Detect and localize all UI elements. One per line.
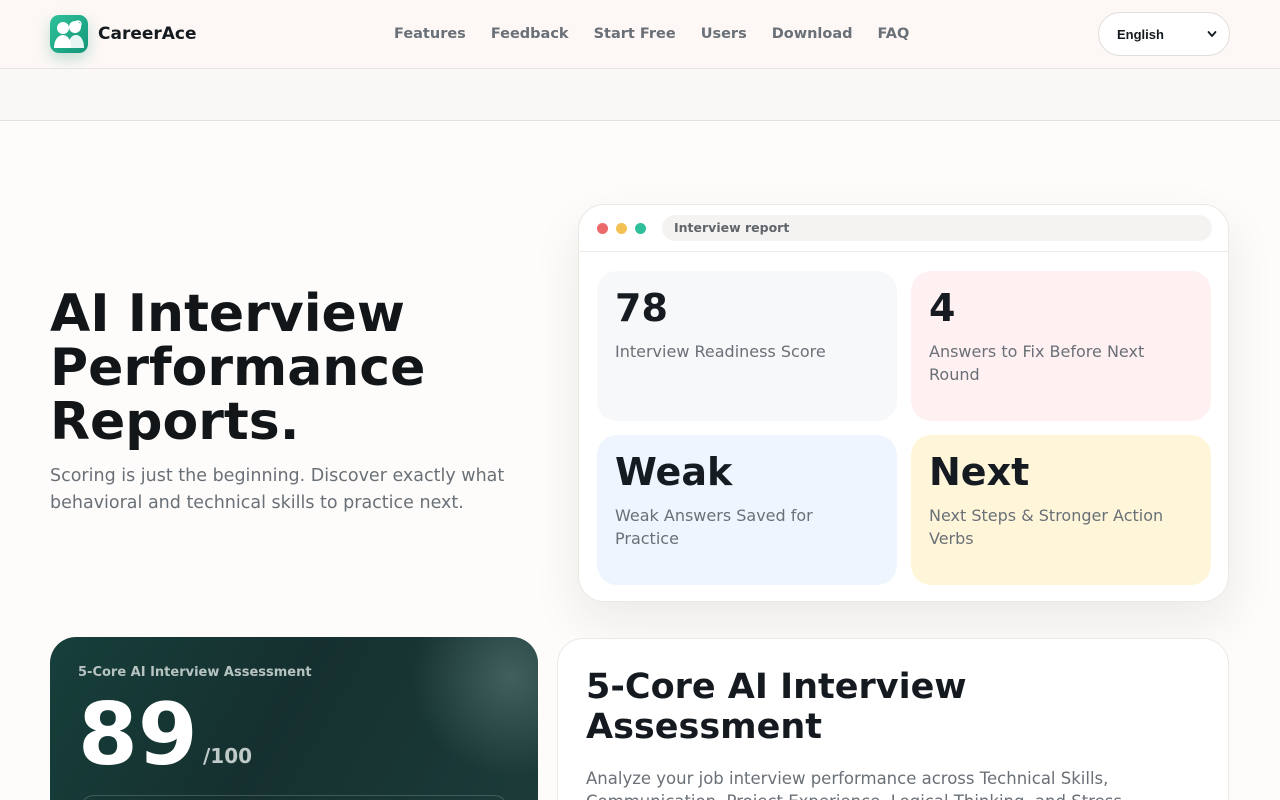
nav-features[interactable]: Features xyxy=(394,25,466,43)
brand-name: CareerAce xyxy=(98,24,197,44)
language-select[interactable]: English xyxy=(1098,12,1230,56)
assessment-out-of: /100 xyxy=(203,744,253,768)
language-value: English xyxy=(1117,26,1164,42)
weak-answers-value: Weak xyxy=(615,450,733,494)
interview-report-window: Interview report 78 Interview Readiness … xyxy=(578,204,1229,602)
brand[interactable]: CareerAce xyxy=(50,15,197,53)
assessment-score: 89 xyxy=(78,685,198,785)
window-maximize-dot xyxy=(635,223,646,234)
window-close-dot xyxy=(597,223,608,234)
assessment-metrics-strip xyxy=(80,795,508,800)
nav-start-free[interactable]: Start Free xyxy=(594,25,676,43)
sub-bar xyxy=(0,69,1280,121)
nav-feedback[interactable]: Feedback xyxy=(491,25,569,43)
hero-subtitle: Scoring is just the beginning. Discover … xyxy=(50,466,505,513)
next-steps-value: Next xyxy=(929,450,1030,494)
next-steps-card: Next Next Steps & Stronger Action Verbs xyxy=(911,435,1211,585)
nav-faq[interactable]: FAQ xyxy=(878,25,910,43)
main-nav: Features Feedback Start Free Users Downl… xyxy=(394,25,934,43)
assessment-info-card: 5-Core AI Interview Assessment Analyze y… xyxy=(557,638,1229,800)
window-titlebar: Interview report xyxy=(579,205,1228,252)
nav-download[interactable]: Download xyxy=(772,25,853,43)
careerace-logo-icon xyxy=(50,15,88,53)
readiness-score-value: 78 xyxy=(615,286,668,330)
readiness-score-label: Interview Readiness Score xyxy=(615,342,826,361)
assessment-score-card: 5-Core AI Interview Assessment 89 xyxy=(50,637,538,800)
report-address-bar: Interview report xyxy=(662,215,1212,241)
chevron-down-icon xyxy=(1207,31,1217,37)
assessment-info-body: Analyze your job interview performance a… xyxy=(586,769,1122,800)
window-minimize-dot xyxy=(616,223,627,234)
answers-to-fix-card: 4 Answers to Fix Before Next Round xyxy=(911,271,1211,421)
nav-users[interactable]: Users xyxy=(701,25,747,43)
card-glow xyxy=(380,637,538,777)
assessment-caption: 5-Core AI Interview Assessment xyxy=(78,665,312,680)
next-steps-label: Next Steps & Stronger Action Verbs xyxy=(929,506,1164,548)
top-header: CareerAce Features Feedback Start Free U… xyxy=(0,0,1280,69)
answers-to-fix-label: Answers to Fix Before Next Round xyxy=(929,342,1145,384)
readiness-score-card: 78 Interview Readiness Score xyxy=(597,271,897,421)
weak-answers-card: Weak Weak Answers Saved for Practice xyxy=(597,435,897,585)
answers-to-fix-value: 4 xyxy=(929,286,956,330)
weak-answers-label: Weak Answers Saved for Practice xyxy=(615,506,813,548)
assessment-info-title: 5-Core AI Interview Assessment xyxy=(586,667,967,747)
hero-title: AI Interview Performance Reports. xyxy=(50,284,426,452)
